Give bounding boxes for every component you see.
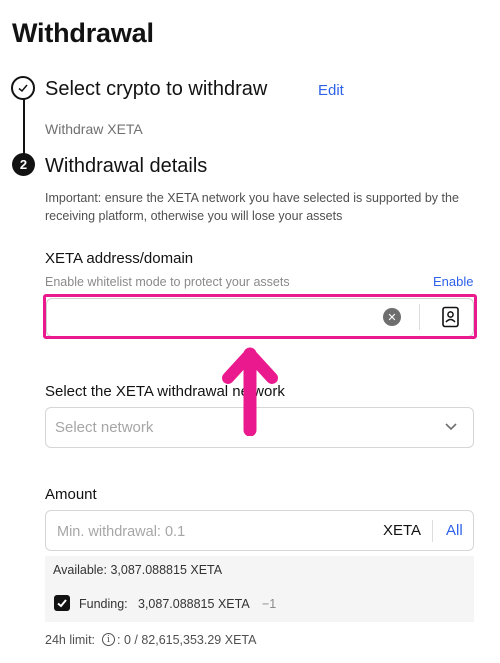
limit-label: 24h limit: <box>45 633 96 647</box>
page-title: Withdrawal <box>12 18 154 48</box>
info-icon[interactable]: i <box>102 633 115 646</box>
whitelist-hint: Enable whitelist mode to protect your as… <box>45 275 290 289</box>
step1-title: Select crypto to withdraw <box>45 78 268 100</box>
chevron-down-icon[interactable] <box>443 418 459 439</box>
amount-input[interactable] <box>55 520 359 544</box>
available-balance: Available: 3,087.088815 XETA <box>53 563 223 577</box>
funding-label: Funding: <box>79 597 128 611</box>
step2-number-badge: 2 <box>12 153 35 176</box>
address-label: XETA address/domain <box>45 250 194 267</box>
all-button[interactable]: All <box>446 522 463 539</box>
amount-divider <box>432 520 433 542</box>
amount-unit: XETA <box>383 522 422 539</box>
important-notice: Important: ensure the XETA network you h… <box>45 191 459 223</box>
amount-label: Amount <box>45 486 97 503</box>
funding-delta: −1 <box>262 597 277 611</box>
step-complete-check-icon <box>11 76 35 100</box>
step1-subtitle: Withdraw XETA <box>45 121 143 137</box>
step2-title: Withdrawal details <box>45 155 208 177</box>
stepper-line <box>23 99 25 154</box>
enable-whitelist-link[interactable]: Enable <box>433 274 473 289</box>
funding-checkbox[interactable] <box>54 595 70 611</box>
annotation-up-arrow-icon <box>222 346 278 441</box>
address-highlight-box <box>43 294 477 339</box>
funding-value: 3,087.088815 XETA <box>138 597 250 611</box>
network-placeholder: Select network <box>55 419 154 436</box>
limit-value: : 0 / 82,615,353.29 XETA <box>117 633 257 647</box>
edit-link[interactable]: Edit <box>318 82 344 99</box>
